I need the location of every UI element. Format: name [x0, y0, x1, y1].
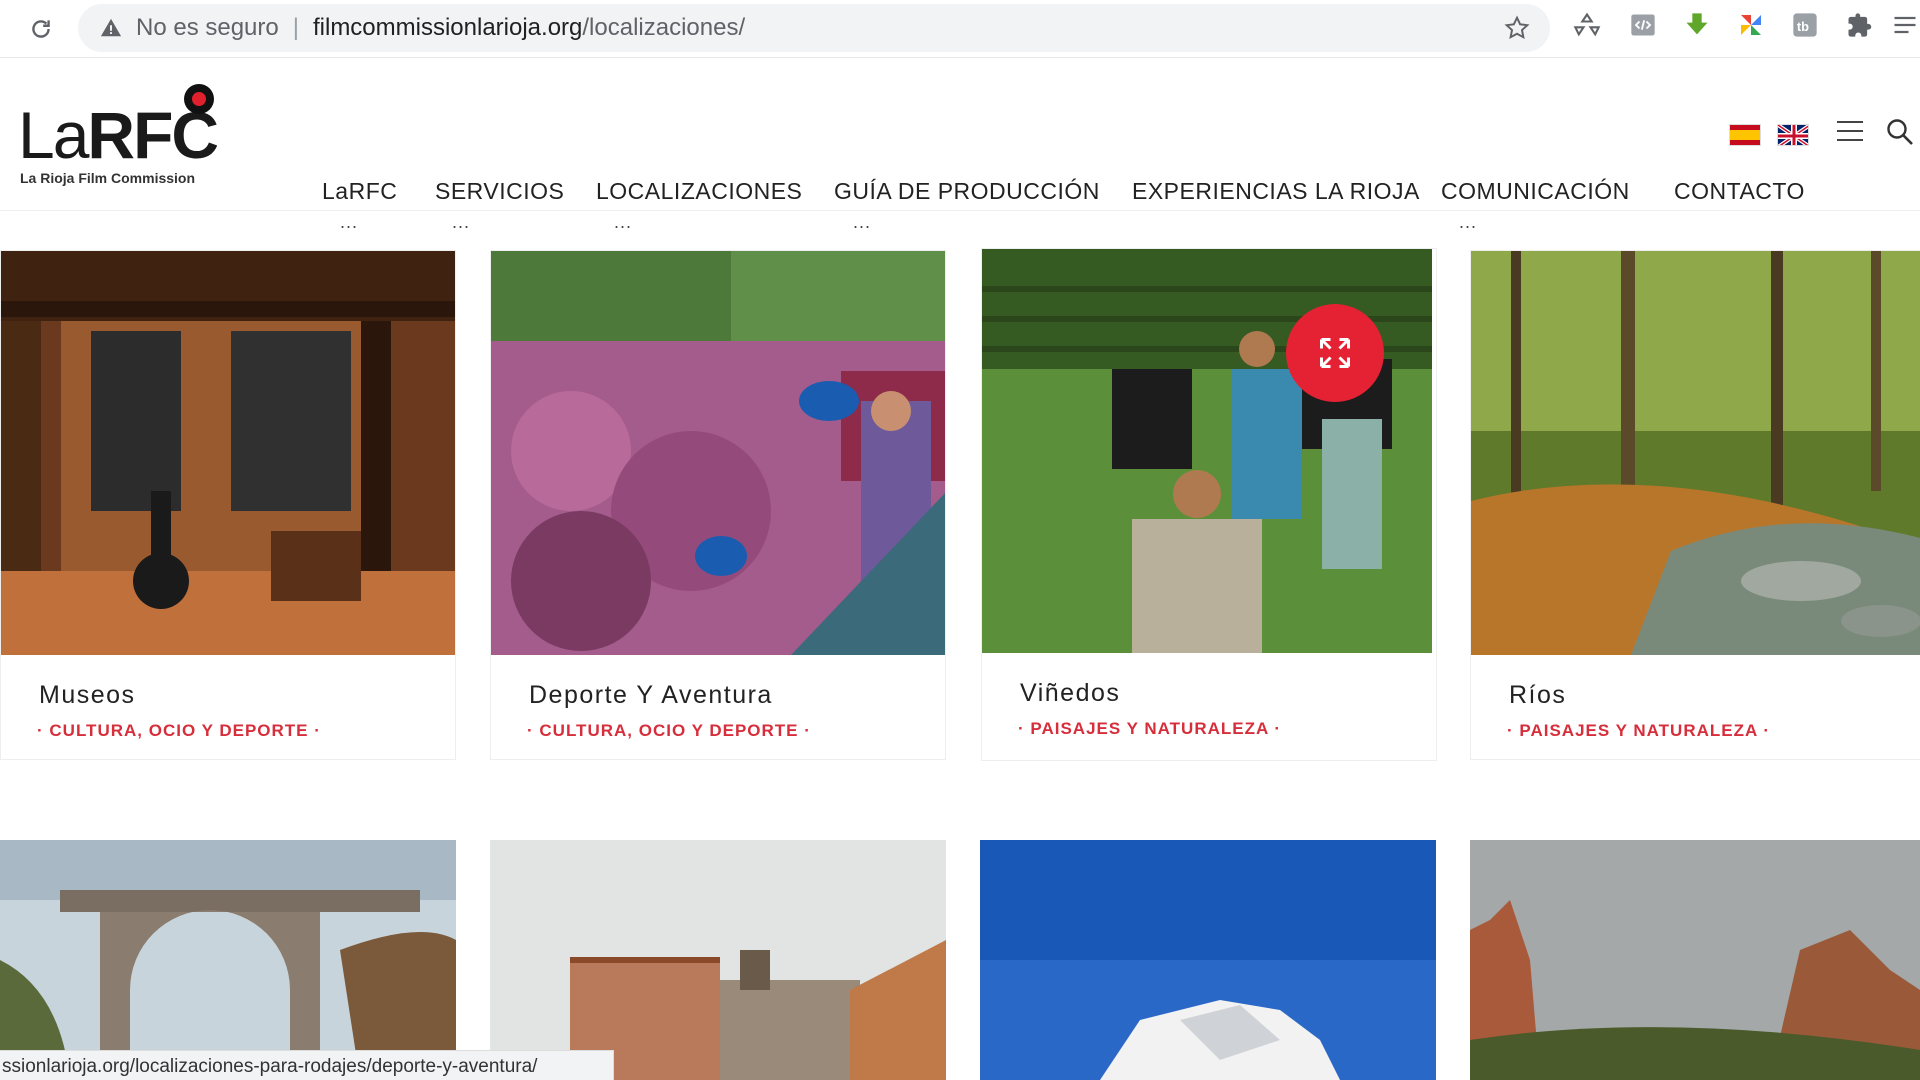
logo-wordmark: LaRFC [18, 98, 219, 172]
code-extension-icon[interactable] [1628, 10, 1658, 40]
search-icon[interactable] [1886, 118, 1914, 146]
bookmark-star-icon[interactable] [1504, 15, 1530, 41]
url-path: /localizaciones/ [582, 14, 746, 41]
wine-battle-image[interactable] [491, 251, 945, 655]
main-navigation: LaRFC ... SERVICIOS ... LOCALIZACIONES .… [0, 178, 1920, 232]
recycle-extension-icon[interactable] [1572, 10, 1602, 40]
card-category[interactable]: · PAISAJES Y NATURALEZA · [1507, 721, 1770, 741]
url-host: filmcommissionlarioja.org [312, 14, 583, 41]
nav-dropdown-indicator: ... [614, 212, 633, 232]
museum-image[interactable] [1, 251, 455, 655]
puzzle-extensions-icon[interactable] [1844, 10, 1874, 40]
spanish-flag-icon[interactable] [1729, 124, 1761, 146]
location-card-winery-image[interactable] [980, 840, 1436, 1080]
expand-button[interactable] [1286, 304, 1384, 402]
location-card-museos[interactable]: Museos · CULTURA, OCIO Y DEPORTE · [0, 250, 456, 760]
card-title[interactable]: Ríos [1509, 681, 1566, 710]
warning-icon [100, 18, 122, 37]
link-status-bar: ssionlarioja.org/localizaciones-para-rod… [0, 1050, 614, 1080]
english-flag-icon[interactable] [1777, 124, 1809, 146]
svg-text:tb: tb [1797, 19, 1809, 34]
river-forest-image[interactable] [1471, 251, 1920, 655]
card-category[interactable]: · CULTURA, OCIO Y DEPORTE · [527, 721, 811, 741]
vineyard-image[interactable] [982, 249, 1436, 653]
location-card-village-image[interactable] [490, 840, 946, 1080]
address-bar[interactable]: No es seguro | filmcommissionlarioja.org… [78, 4, 1550, 52]
hamburger-menu-icon[interactable] [1837, 120, 1863, 142]
nav-item-contacto[interactable]: CONTACTO [1674, 178, 1805, 205]
nav-item-guia-produccion[interactable]: GUÍA DE PRODUCCIÓN [834, 178, 1100, 205]
header-divider [0, 210, 1920, 211]
reading-list-icon[interactable] [1890, 10, 1920, 40]
card-title[interactable]: Deporte Y Aventura [529, 681, 773, 710]
location-card-deporte-aventura[interactable]: Deporte Y Aventura · CULTURA, OCIO Y DEP… [490, 250, 946, 760]
nav-dropdown-indicator: ... [452, 212, 471, 232]
nav-item-localizaciones[interactable]: LOCALIZACIONES [596, 178, 802, 205]
tb-extension-icon[interactable]: tb [1790, 10, 1820, 40]
nav-item-servicios[interactable]: SERVICIOS [435, 178, 564, 205]
pinwheel-extension-icon[interactable] [1736, 10, 1766, 40]
omnibox-divider: | [292, 14, 299, 41]
card-category[interactable]: · CULTURA, OCIO Y DEPORTE · [37, 721, 321, 741]
card-category[interactable]: · PAISAJES Y NATURALEZA · [1018, 719, 1281, 739]
location-card-rocks-image[interactable] [1470, 840, 1920, 1080]
card-title[interactable]: Museos [39, 681, 136, 710]
card-title[interactable]: Viñedos [1020, 679, 1120, 708]
nav-item-comunicacion[interactable]: COMUNICACIÓN [1441, 178, 1630, 205]
security-label[interactable]: No es seguro [136, 14, 279, 42]
download-extension-icon[interactable] [1682, 10, 1712, 40]
reload-icon[interactable] [24, 12, 58, 46]
location-card-rios[interactable]: Ríos · PAISAJES Y NATURALEZA · [1470, 250, 1920, 760]
nav-dropdown-indicator: ... [1459, 212, 1478, 232]
location-card-bridge-image[interactable] [0, 840, 456, 1080]
nav-item-larfc[interactable]: LaRFC [322, 178, 397, 205]
nav-item-experiencias[interactable]: EXPERIENCIAS LA RIOJA [1132, 178, 1420, 205]
nav-dropdown-indicator: ... [340, 212, 359, 232]
logo-dot-icon [184, 84, 214, 114]
expand-arrows-icon [1320, 338, 1350, 368]
nav-dropdown-indicator: ... [853, 212, 872, 232]
site-logo[interactable]: LaRFC La Rioja Film Commission [18, 84, 228, 188]
location-card-vinedos[interactable]: Viñedos · PAISAJES Y NATURALEZA · [981, 248, 1437, 761]
browser-toolbar: No es seguro | filmcommissionlarioja.org… [0, 0, 1920, 58]
